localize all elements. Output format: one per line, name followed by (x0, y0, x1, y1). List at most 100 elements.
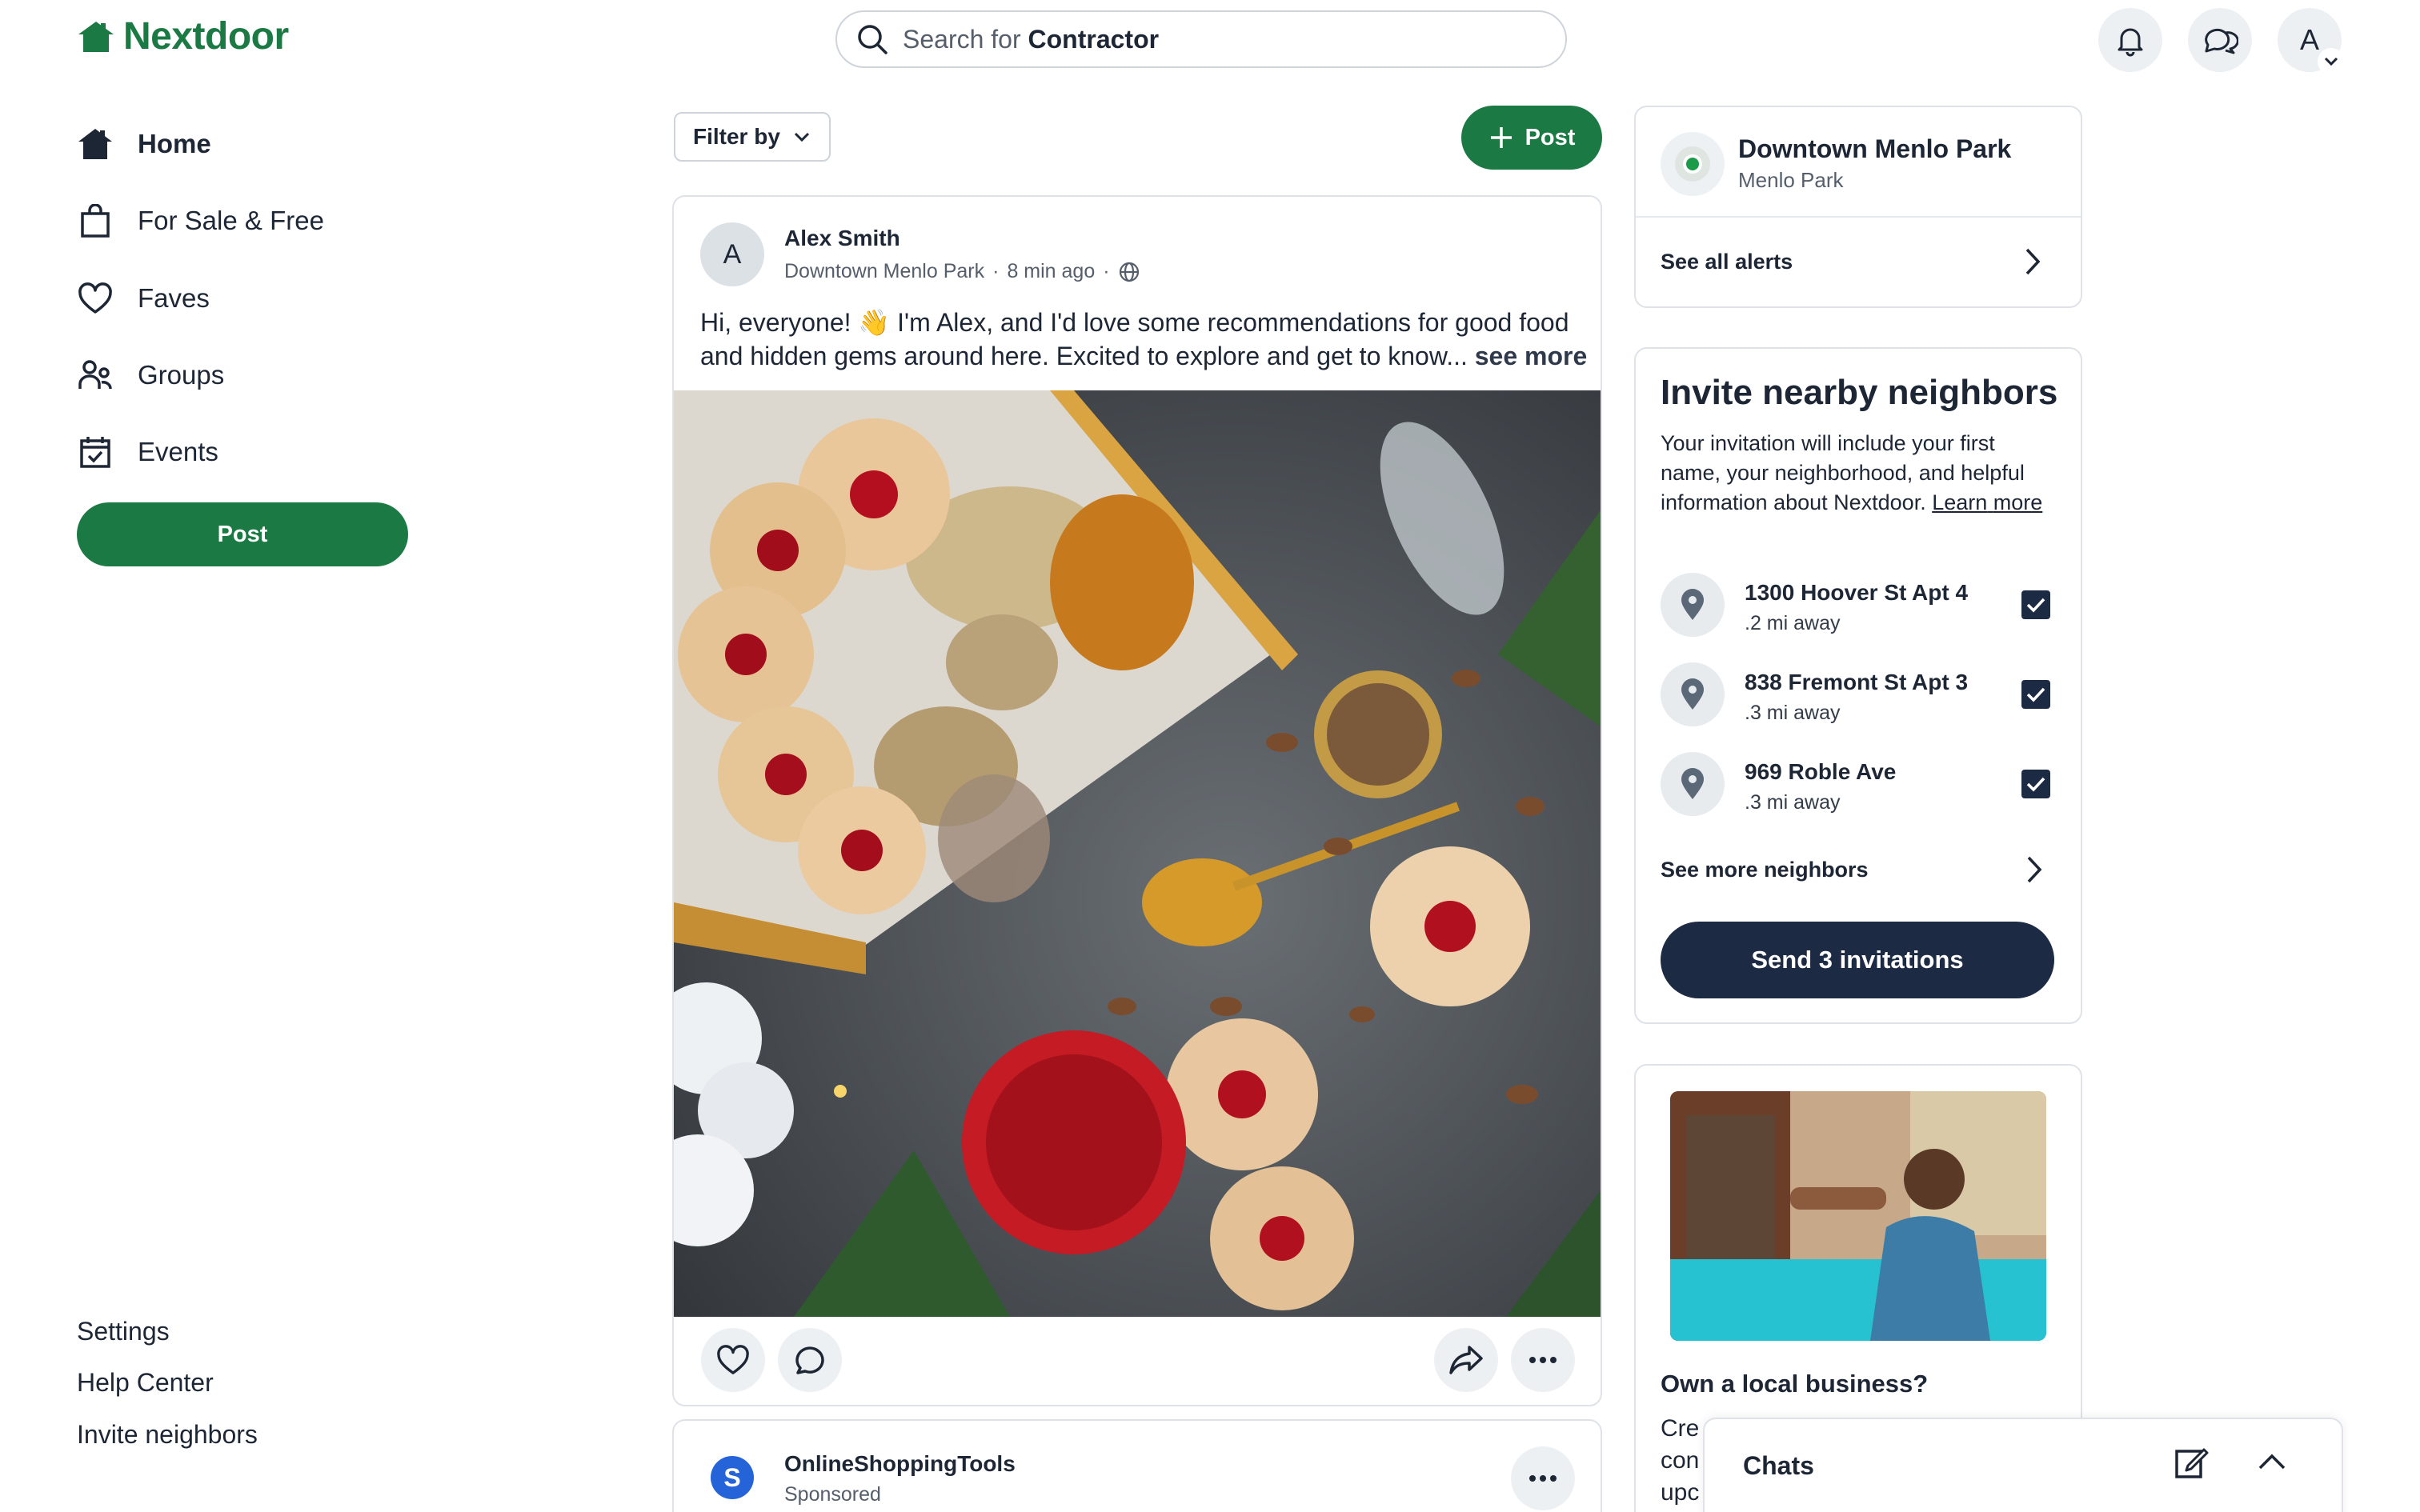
invite-title: Invite nearby neighbors (1661, 373, 2058, 412)
new-post-label: Post (1525, 124, 1576, 150)
checkmark-icon (2026, 687, 2045, 702)
chevron-down-icon (794, 132, 809, 142)
heart-icon (77, 280, 114, 317)
alerts-city: Menlo Park (1738, 168, 1844, 192)
comment-button[interactable] (778, 1328, 842, 1392)
neighbor-address: 1300 Hoover St Apt 4 (1745, 580, 1969, 605)
filter-dropdown[interactable]: Filter by (674, 112, 831, 162)
sponsored-more-button[interactable] (1511, 1446, 1575, 1510)
chevron-right-icon[interactable] (2025, 854, 2044, 889)
see-more-neighbors-link[interactable]: See more neighbors (1661, 858, 1869, 882)
business-text-fragment: Cre con upc (1661, 1415, 1700, 1506)
post-neighborhood[interactable]: Downtown Menlo Park (784, 260, 984, 283)
invite-description: Your invitation will include your first … (1661, 431, 2043, 514)
neighbor-pin-icon (1661, 662, 1725, 726)
share-icon (1449, 1346, 1483, 1374)
settings-link[interactable]: Settings (77, 1317, 170, 1346)
chevron-right-icon[interactable] (2023, 246, 2042, 281)
share-button[interactable] (1434, 1328, 1498, 1392)
shopping-bag-icon (77, 202, 114, 239)
bell-icon (2118, 28, 2143, 57)
sidebar-item-for-sale[interactable]: For Sale & Free (77, 202, 324, 239)
chevron-down-icon (2324, 57, 2338, 66)
help-center-link[interactable]: Help Center (77, 1368, 214, 1398)
meta-dot: · (992, 260, 1000, 282)
neighbor-checkbox[interactable] (2021, 770, 2050, 798)
profile-initial: A (2299, 23, 2319, 56)
see-all-alerts-link[interactable]: See all alerts (1661, 250, 2045, 274)
chats-drawer[interactable]: Chats (1703, 1418, 2343, 1512)
filter-label: Filter by (693, 124, 780, 149)
house-logo-icon (78, 21, 114, 52)
profile-menu-chevron[interactable] (2318, 48, 2345, 75)
neighbor-address: 838 Fremont St Apt 3 (1745, 670, 1969, 694)
neighbor-pin-icon (1661, 752, 1725, 816)
neighbor-distance: .2 mi away (1745, 612, 1841, 634)
neighbor-distance: .3 mi away (1745, 791, 1841, 814)
sidebar-item-label: Groups (138, 360, 225, 390)
search-placeholder: Search for Contractor (903, 24, 1160, 54)
author-name[interactable]: Alex Smith (784, 226, 900, 251)
sidebar-item-faves[interactable]: Faves (77, 280, 210, 317)
post-image[interactable] (674, 390, 1601, 1317)
sidebar-item-label: Home (138, 129, 211, 158)
post-time: 8 min ago (1007, 260, 1096, 282)
groups-icon (77, 357, 114, 394)
post-more-button[interactable] (1511, 1328, 1575, 1392)
neighbor-distance: .3 mi away (1745, 702, 1841, 724)
post-text-line: and hidden gems around here. Excited to … (700, 342, 1588, 370)
sidebar-item-events[interactable]: Events (77, 434, 218, 470)
author-initial: A (723, 238, 742, 270)
alerts-neighborhood[interactable]: Downtown Menlo Park (1738, 134, 2011, 164)
like-button[interactable] (701, 1328, 765, 1392)
comment-icon (795, 1346, 824, 1374)
business-title: Own a local business? (1661, 1370, 1929, 1398)
neighbor-address: 969 Roble Ave (1745, 759, 1897, 784)
logo-text: Nextdoor (123, 15, 289, 58)
author-avatar[interactable]: A (700, 222, 764, 286)
plus-icon (1490, 127, 1512, 148)
heart-icon (717, 1345, 749, 1374)
post-meta: Downtown Menlo Park · 8 min ago · (784, 260, 1140, 283)
sidebar-item-label: Faves (138, 283, 210, 313)
chat-bubbles-icon (2205, 28, 2238, 54)
learn-more-link[interactable]: Learn more (1932, 490, 2042, 514)
neighbor-checkbox[interactable] (2021, 590, 2050, 619)
send-invitations-button[interactable]: Send 3 invitations (1661, 922, 2054, 998)
home-icon (77, 126, 114, 162)
post-body: Hi, everyone! 👋 I'm Alex, and I'd love s… (700, 306, 1589, 373)
neighbor-checkbox[interactable] (2021, 680, 2050, 709)
sponsored-label: Sponsored (784, 1483, 881, 1506)
invite-neighbors-link[interactable]: Invite neighbors (77, 1420, 258, 1450)
messages-button[interactable] (2188, 8, 2252, 72)
sidebar-item-label: Events (138, 437, 218, 466)
compose-message-icon[interactable] (2174, 1445, 2209, 1484)
notifications-button[interactable] (2098, 8, 2162, 72)
checkmark-icon (2026, 598, 2045, 613)
chats-label: Chats (1743, 1451, 1814, 1480)
new-post-button[interactable]: Post (1461, 106, 1602, 170)
divider (1636, 216, 2081, 218)
meta-dot: · (1103, 260, 1110, 282)
globe-icon (1119, 262, 1139, 282)
nextdoor-logo[interactable]: Nextdoor (77, 14, 289, 58)
chevron-up-icon[interactable] (2257, 1451, 2287, 1476)
search-icon (858, 25, 887, 54)
calendar-icon (77, 434, 114, 470)
neighborhood-map-icon (1661, 132, 1725, 196)
post-text-line: Hi, everyone! 👋 I'm Alex, and I'd love s… (700, 308, 1569, 337)
sidebar-item-groups[interactable]: Groups (77, 357, 224, 394)
sponsor-logo-icon[interactable]: S (711, 1456, 754, 1499)
see-more-link[interactable]: see more (1475, 342, 1588, 370)
more-dots-icon (1529, 1475, 1557, 1482)
holiday-cookies-illustration (674, 390, 1601, 1317)
sidebar-item-home[interactable]: Home (77, 126, 211, 162)
neighbor-pin-icon (1661, 573, 1725, 637)
search-input[interactable]: Search for Contractor (835, 10, 1567, 68)
checkmark-icon (2026, 777, 2045, 792)
sidebar-item-label: For Sale & Free (138, 206, 324, 235)
sponsor-name[interactable]: OnlineShoppingTools (784, 1451, 1016, 1477)
business-promo-image (1670, 1091, 2046, 1341)
more-dots-icon (1529, 1357, 1557, 1363)
sidebar-post-button[interactable]: Post (77, 502, 408, 566)
